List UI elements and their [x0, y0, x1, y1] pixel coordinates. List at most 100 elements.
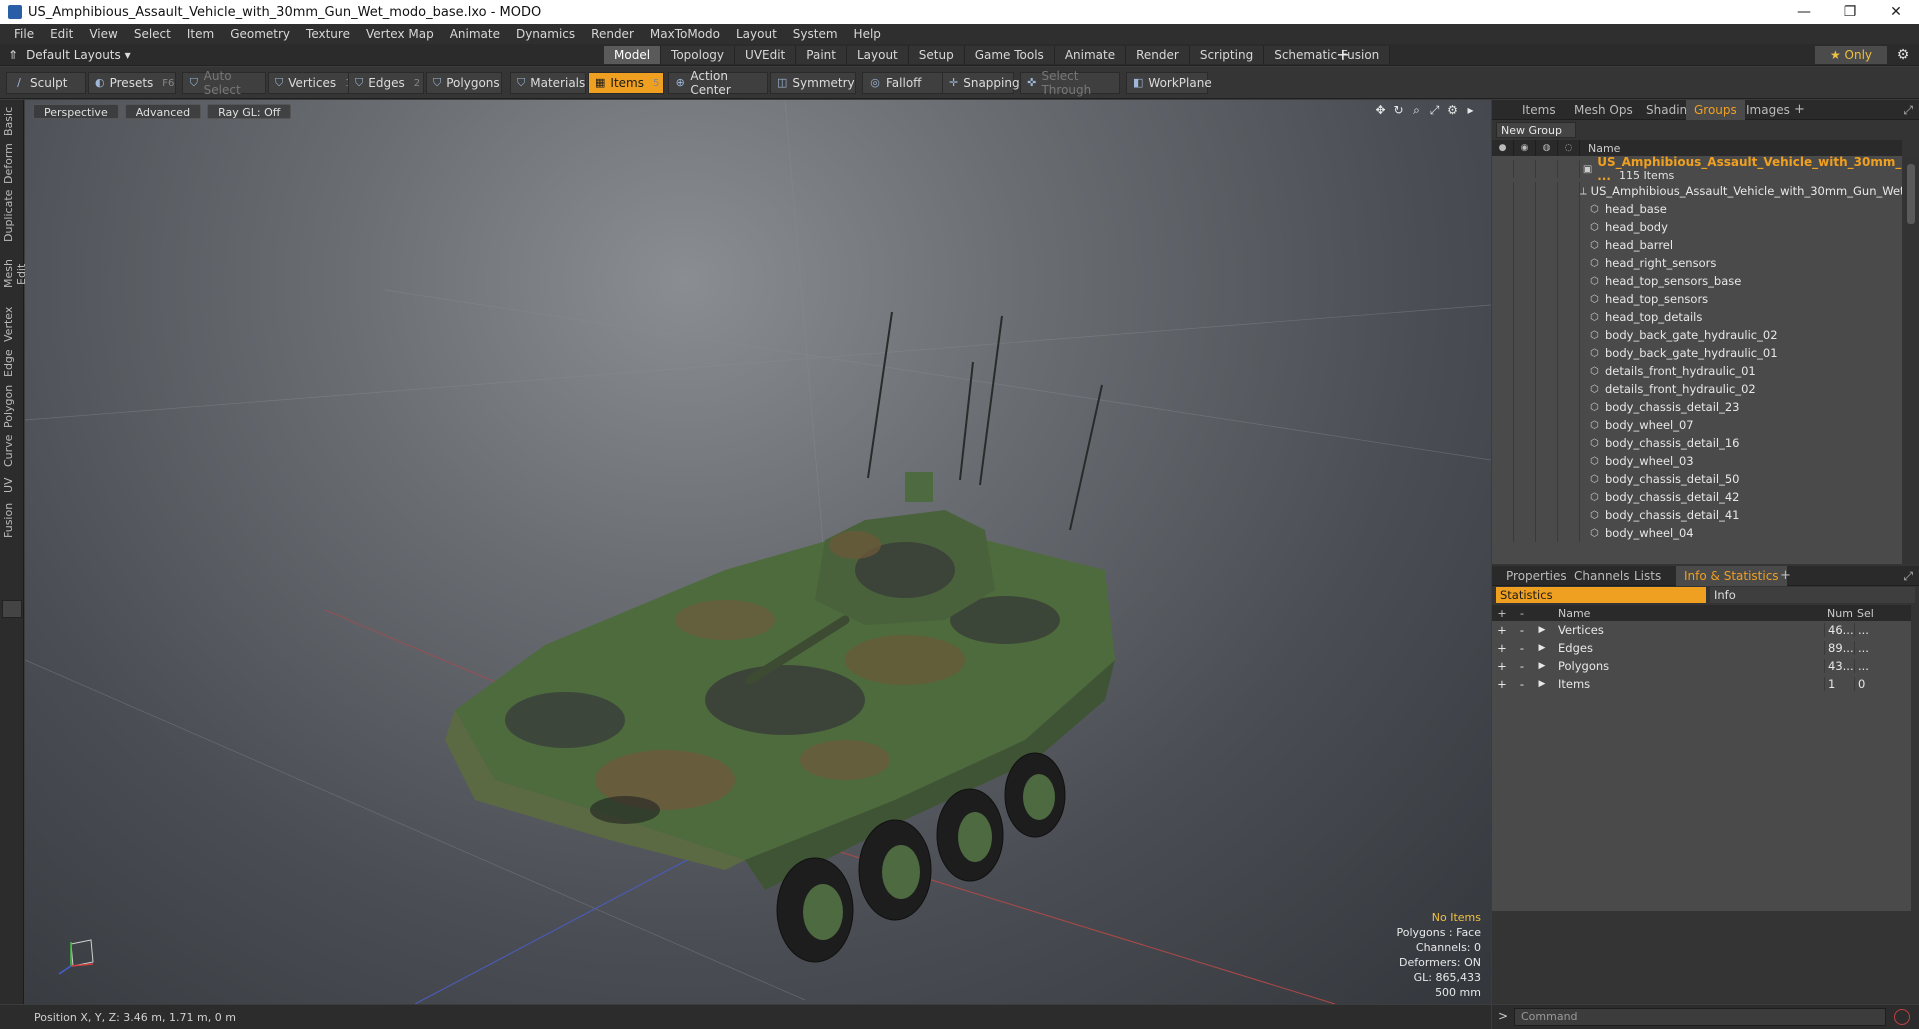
vertices-button[interactable]: ⛉ Vertices 1 [268, 72, 352, 94]
list-item[interactable]: ⬡ head_body [1492, 218, 1902, 236]
lefttab-edge[interactable]: Edge [2, 348, 22, 378]
add-icon[interactable]: + [1492, 623, 1512, 637]
list-item[interactable]: ⬡ body_chassis_detail_16 [1492, 434, 1902, 452]
command-input[interactable]: Command [1514, 1008, 1886, 1026]
group-row[interactable]: ▣ US_Amphibious_Assault_Vehicle_with_30m… [1492, 156, 1902, 183]
falloff-button[interactable]: ◎ Falloff [862, 72, 946, 94]
add-layout-tab-button[interactable]: + [1334, 46, 1352, 64]
lefttab-mesh-edit[interactable]: Mesh Edit [2, 248, 28, 300]
render-column-icon[interactable]: ◉ [1514, 140, 1536, 156]
menu-view[interactable]: View [81, 27, 125, 41]
list-item[interactable]: ⬡ body_wheel_03 [1492, 452, 1902, 470]
list-item[interactable]: ⬡ body_chassis_detail_23 [1492, 398, 1902, 416]
only-toggle-button[interactable]: ★ Only [1815, 46, 1887, 64]
tab-schematic-fusion[interactable]: Schematic Fusion [1264, 46, 1391, 64]
items-button[interactable]: ▦ Items 5 [588, 72, 664, 94]
list-item[interactable]: ⬡ body_chassis_detail_41 [1492, 506, 1902, 524]
presets-button[interactable]: ◐ Presets F6 [88, 72, 176, 94]
tab-animate[interactable]: Animate [1054, 46, 1127, 64]
auto-select-button[interactable]: ⛉ Auto Select [182, 69, 266, 97]
remove-icon[interactable]: - [1512, 659, 1532, 673]
tab-layout[interactable]: Layout [846, 46, 909, 64]
list-item[interactable]: ⬡ body_back_gate_hydraulic_01 [1492, 344, 1902, 362]
sculpt-button[interactable]: ∕ Sculpt [6, 72, 86, 94]
lefttab-fusion[interactable]: Fusion [2, 502, 22, 538]
3d-viewport[interactable]: Perspective Advanced Ray GL: Off ✥ ↻ ⌕ ⤢… [25, 100, 1491, 1004]
expand-triangle-icon[interactable]: ▶ [1532, 643, 1552, 653]
lefttab-duplicate[interactable]: Duplicate [2, 190, 22, 242]
command-stop-icon[interactable] [1894, 1009, 1910, 1025]
list-item[interactable]: ⬡ head_barrel [1492, 236, 1902, 254]
menu-animate[interactable]: Animate [442, 27, 508, 41]
scrollbar-thumb[interactable] [1907, 164, 1915, 224]
subtab-info[interactable]: Info [1710, 587, 1915, 603]
tab-info-statistics[interactable]: Info & Statistics [1676, 566, 1787, 586]
list-item[interactable]: ⟂ US_Amphibious_Assault_Vehicle_with_30mm… [1492, 182, 1902, 200]
lefttab-deform[interactable]: Deform [2, 143, 22, 184]
stat-row-polygons[interactable]: + - ▶ Polygons 43... ... [1492, 657, 1911, 675]
tab-uvedit[interactable]: UVEdit [735, 46, 797, 64]
add-icon[interactable]: + [1492, 659, 1512, 673]
menu-select[interactable]: Select [126, 27, 179, 41]
tab-topology[interactable]: Topology [661, 46, 736, 64]
lefttab-toggle[interactable] [2, 600, 22, 618]
menu-edit[interactable]: Edit [42, 27, 81, 41]
menu-maxtomodo[interactable]: MaxToModo [642, 27, 728, 41]
add-icon[interactable]: + [1492, 677, 1512, 691]
list-item[interactable]: ⬡ head_top_details [1492, 308, 1902, 326]
expand-triangle-icon[interactable]: ▶ [1532, 679, 1552, 689]
add-icon[interactable]: + [1492, 641, 1512, 655]
expand-panel-icon[interactable]: ⤢ [1903, 100, 1913, 120]
tab-scripting[interactable]: Scripting [1189, 46, 1265, 64]
workplane-button[interactable]: ◧ WorkPlane [1126, 72, 1212, 94]
menu-texture[interactable]: Texture [298, 27, 358, 41]
lock-column-icon[interactable]: ◍ [1536, 140, 1558, 156]
list-item[interactable]: ⬡ head_top_sensors_base [1492, 272, 1902, 290]
list-item[interactable]: ⬡ body_back_gate_hydraulic_02 [1492, 326, 1902, 344]
gear-icon[interactable]: ⚙ [1893, 46, 1913, 64]
menu-file[interactable]: File [6, 27, 42, 41]
menu-dynamics[interactable]: Dynamics [508, 27, 583, 41]
tab-groups[interactable]: Groups [1686, 100, 1745, 120]
menu-item[interactable]: Item [179, 27, 222, 41]
select-through-button[interactable]: ✜ Select Through [1020, 69, 1120, 97]
remove-icon[interactable]: - [1512, 641, 1532, 655]
add-panel-tab-button[interactable]: + [1794, 100, 1805, 120]
menu-render[interactable]: Render [583, 27, 642, 41]
menu-layout[interactable]: Layout [728, 27, 785, 41]
list-item[interactable]: ⬡ body_wheel_04 [1492, 524, 1902, 542]
list-item[interactable]: ⬡ details_front_hydraulic_02 [1492, 380, 1902, 398]
list-item[interactable]: ⬡ head_right_sensors [1492, 254, 1902, 272]
tab-mesh-ops[interactable]: Mesh Ops [1566, 100, 1641, 120]
tab-items[interactable]: Items [1514, 100, 1564, 120]
stat-row-edges[interactable]: + - ▶ Edges 89... ... [1492, 639, 1911, 657]
lefttab-polygon[interactable]: Polygon [2, 384, 22, 428]
menu-system[interactable]: System [785, 27, 846, 41]
lefttab-curve[interactable]: Curve [2, 434, 22, 468]
expand-triangle-icon[interactable]: ▶ [1532, 661, 1552, 671]
tab-model[interactable]: Model [604, 46, 662, 64]
tab-images[interactable]: Images [1738, 100, 1798, 120]
expand-stats-icon[interactable]: ⤢ [1903, 566, 1913, 586]
list-item[interactable]: ⬡ body_wheel_07 [1492, 416, 1902, 434]
tab-lists[interactable]: Lists [1626, 566, 1669, 586]
close-button[interactable]: ✕ [1873, 0, 1919, 24]
tab-render[interactable]: Render [1126, 46, 1190, 64]
list-item[interactable]: ⬡ head_top_sensors [1492, 290, 1902, 308]
tab-paint[interactable]: Paint [796, 46, 847, 64]
edges-button[interactable]: ⛉ Edges 2 [348, 72, 424, 94]
expand-triangle-icon[interactable]: ▶ [1532, 625, 1552, 635]
add-stats-tab-button[interactable]: + [1780, 566, 1791, 586]
expand-all-icon[interactable]: + [1492, 607, 1512, 620]
tab-setup[interactable]: Setup [908, 46, 965, 64]
polygons-button[interactable]: ⛉ Polygons [426, 72, 502, 94]
new-group-button[interactable]: New Group [1496, 122, 1576, 138]
default-layouts-dropdown[interactable]: ⇑ Default Layouts ▾ [8, 47, 131, 63]
menu-vertex-map[interactable]: Vertex Map [358, 27, 442, 41]
lefttab-basic[interactable]: Basic [2, 104, 22, 138]
symmetry-button[interactable]: ◫ Symmetry [770, 72, 856, 94]
groups-scrollbar[interactable] [1903, 156, 1919, 564]
lefttab-uv[interactable]: UV [2, 474, 22, 496]
maximize-button[interactable]: ❐ [1827, 0, 1873, 24]
menu-help[interactable]: Help [846, 27, 889, 41]
